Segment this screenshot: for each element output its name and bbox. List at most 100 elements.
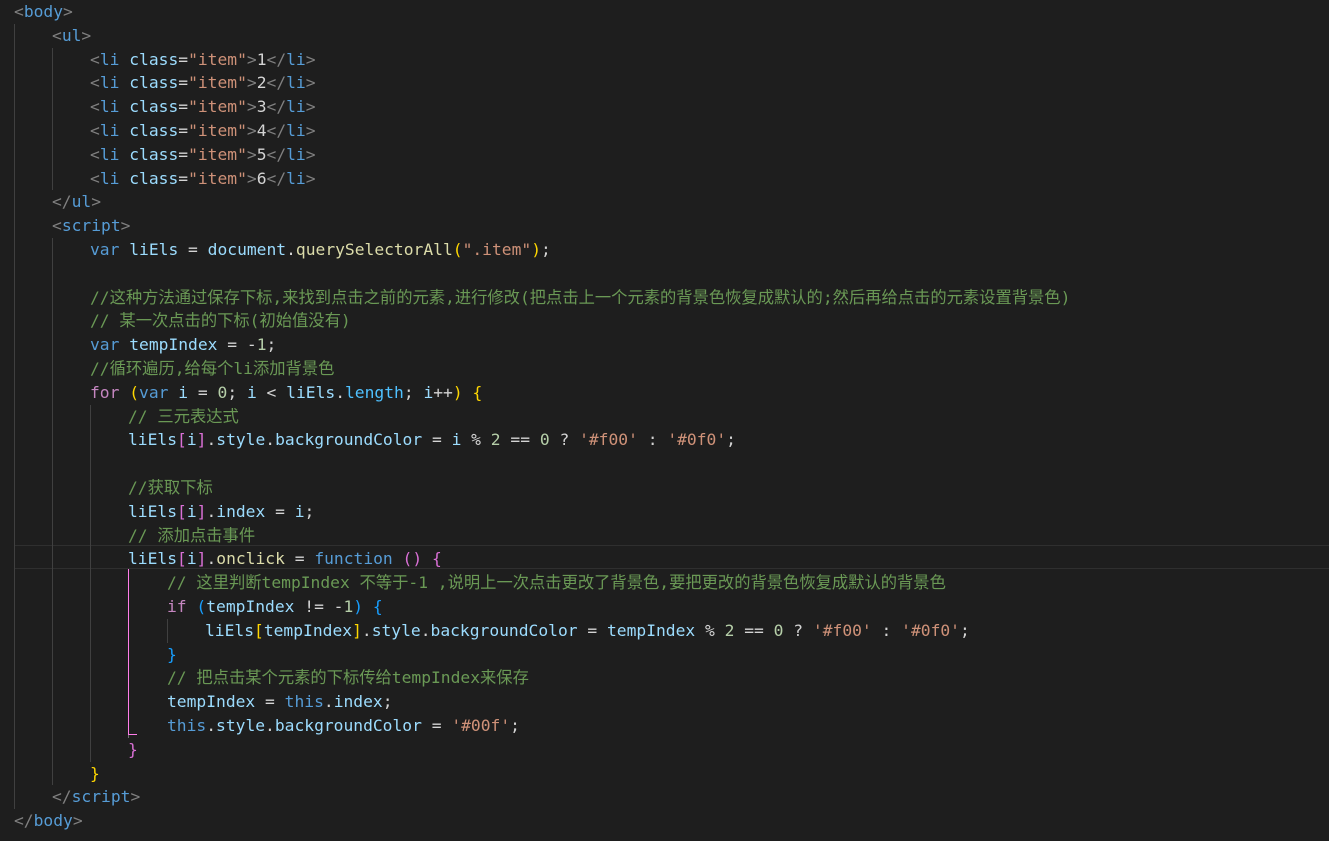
code-token: ul <box>71 192 92 212</box>
code-line[interactable]: </script> <box>52 785 140 809</box>
code-token: i <box>294 501 305 521</box>
code-token: > <box>130 787 141 807</box>
code-token: . <box>206 501 217 521</box>
code-token: onclick <box>216 549 285 569</box>
code-token: ; <box>227 382 247 402</box>
code-token: ; <box>959 620 970 640</box>
code-token: this <box>167 716 207 735</box>
code-line[interactable]: for (var i = 0; i < liEls.length; i++) { <box>90 381 482 405</box>
code-token: script <box>71 787 131 807</box>
code-token: 6 <box>256 168 267 188</box>
code-token: i <box>178 382 189 402</box>
code-token: { <box>431 549 442 569</box>
code-token: "item" <box>188 97 247 117</box>
code-token: tempIndex <box>206 597 295 616</box>
code-token: < <box>90 121 100 140</box>
code-token: ] <box>196 430 207 450</box>
code-line[interactable]: var liEls = document.querySelectorAll(".… <box>90 238 551 262</box>
code-token: "item" <box>188 168 247 188</box>
code-line[interactable]: // 某一次点击的下标(初始值没有) <box>90 309 351 333</box>
code-token: = <box>265 501 295 521</box>
code-token: } <box>167 644 177 664</box>
code-token: index <box>216 501 266 521</box>
code-line[interactable]: liEls[tempIndex].style.backgroundColor =… <box>205 619 970 643</box>
code-line[interactable]: <li class="item">6</li> <box>90 167 316 191</box>
code-line[interactable]: // 添加点击事件 <box>128 524 255 548</box>
code-line[interactable]: if (tempIndex != -1) { <box>167 595 383 619</box>
code-token: </ <box>266 144 287 164</box>
code-token: < <box>52 216 62 236</box>
code-token: tempIndex <box>263 620 353 640</box>
code-token: . <box>206 549 217 569</box>
code-token: li <box>286 97 306 117</box>
code-token: class <box>129 144 179 164</box>
code-token: < <box>256 382 287 402</box>
code-token: class <box>129 97 179 117</box>
code-line[interactable]: } <box>167 643 177 667</box>
code-token: { <box>372 597 383 616</box>
code-line[interactable]: <ul> <box>52 24 91 48</box>
code-token: . <box>265 430 276 450</box>
code-line[interactable]: <body> <box>14 0 73 24</box>
code-token: = <box>178 168 189 188</box>
code-token: this <box>284 692 324 712</box>
code-line[interactable]: //这种方法通过保存下标,来找到点击之前的元素,进行修改(把点击上一个元素的背景… <box>90 286 1070 310</box>
code-line[interactable]: <script> <box>52 214 130 238</box>
code-line[interactable]: <li class="item">5</li> <box>90 143 316 167</box>
code-line[interactable]: //循环遍历,给每个li添加背景色 <box>90 357 334 381</box>
code-line[interactable]: <li class="item">2</li> <box>90 71 316 95</box>
code-line[interactable]: liEls[i].onclick = function () { <box>128 547 442 571</box>
code-line[interactable]: liEls[i].style.backgroundColor = i % 2 =… <box>128 428 736 452</box>
code-token: </ <box>266 121 287 140</box>
code-token: li <box>286 73 306 93</box>
code-token: li <box>99 144 120 164</box>
code-token: style <box>371 620 421 640</box>
code-token: = <box>178 49 189 69</box>
code-line[interactable]: this.style.backgroundColor = '#00f'; <box>167 714 520 738</box>
code-token: backgroundColor <box>274 716 422 735</box>
code-token: < <box>90 97 100 117</box>
code-line[interactable]: tempIndex = this.index; <box>167 690 393 714</box>
code-line[interactable]: liEls[i].index = i; <box>128 500 314 524</box>
code-line[interactable]: </ul> <box>52 190 101 214</box>
code-token: liEls <box>128 430 178 450</box>
code-line[interactable]: <li class="item">3</li> <box>90 95 316 119</box>
code-editor[interactable]: <body> <ul> <li class="item">1</li> <li cla… <box>0 0 1329 841</box>
code-line[interactable]: <li class="item">4</li> <box>90 119 316 143</box>
code-token: body <box>33 811 73 831</box>
code-token: % <box>461 430 491 450</box>
code-line[interactable]: // 三元表达式 <box>128 405 239 429</box>
code-token: . <box>206 430 217 450</box>
code-token: ] <box>196 549 207 569</box>
code-token: [ <box>177 430 187 450</box>
code-token: ) <box>452 382 463 402</box>
code-token: backgroundColor <box>430 620 578 640</box>
code-token: document <box>207 240 287 259</box>
code-token: ; <box>266 335 277 355</box>
code-token: '#0f0' <box>901 620 960 640</box>
code-line[interactable]: } <box>90 762 100 786</box>
code-token: </ <box>266 49 287 69</box>
code-line[interactable]: </body> <box>14 809 83 833</box>
code-token: ++ <box>433 382 453 402</box>
code-line[interactable]: //获取下标 <box>128 476 213 500</box>
code-line[interactable]: // 把点击某个元素的下标传给tempIndex来保存 <box>167 666 529 690</box>
code-token: body <box>23 2 64 21</box>
code-line[interactable]: } <box>128 738 138 762</box>
code-token: ? <box>783 620 813 640</box>
code-token: . <box>420 620 431 640</box>
code-token: % <box>695 620 725 640</box>
code-token: 1 <box>256 335 267 355</box>
code-token: // 某一次点击的下标(初始值没有) <box>90 311 351 331</box>
code-line[interactable]: // 这里判断tempIndex 不等于-1 ,说明上一次点击更改了背景色,要把… <box>167 571 946 595</box>
code-token: if <box>167 597 187 616</box>
code-line[interactable]: <li class="item">1</li> <box>90 48 316 72</box>
code-token: > <box>246 97 257 117</box>
code-line[interactable]: var tempIndex = -1; <box>90 333 276 357</box>
code-token: > <box>246 121 257 140</box>
